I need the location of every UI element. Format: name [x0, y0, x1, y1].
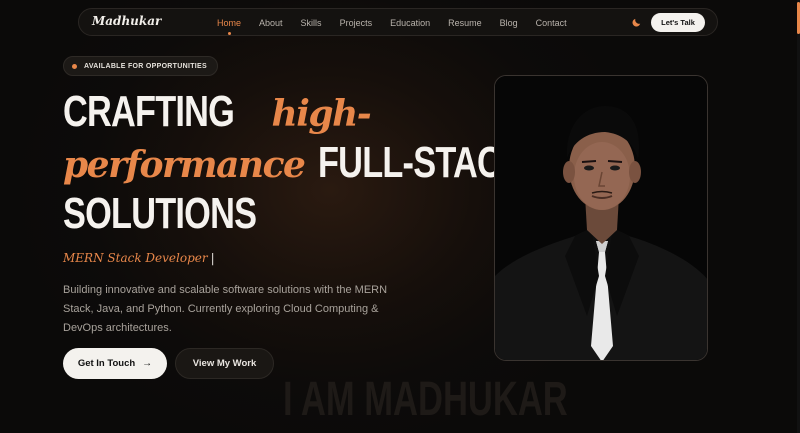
- profile-photo: [494, 75, 708, 361]
- availability-badge-text: AVAILABLE FOR OPPORTUNITIES: [84, 62, 207, 70]
- hero-headline: CRAFTING high- performance FULL-STACK SO…: [63, 86, 525, 239]
- background-watermark: I AM MADHUKAR: [283, 373, 568, 426]
- get-in-touch-button[interactable]: Get In Touch →: [63, 348, 167, 379]
- nav-link-blog[interactable]: Blog: [500, 18, 518, 28]
- arrow-right-icon: →: [142, 358, 153, 369]
- role-typewriter: MERN Stack Developer |: [63, 251, 215, 265]
- role-text: MERN Stack Developer: [63, 251, 208, 265]
- headline-word-high: high-: [271, 93, 372, 135]
- site-logo[interactable]: Madhukar: [92, 14, 161, 28]
- typing-cursor: |: [210, 251, 215, 265]
- lets-talk-button[interactable]: Let's Talk: [651, 13, 705, 32]
- profile-photo-illustration: [495, 76, 707, 360]
- nav-link-projects[interactable]: Projects: [340, 18, 373, 28]
- get-in-touch-label: Get In Touch: [77, 358, 136, 369]
- moon-icon[interactable]: [629, 16, 643, 30]
- availability-badge: AVAILABLE FOR OPPORTUNITIES: [63, 56, 218, 76]
- nav-link-contact[interactable]: Contact: [536, 18, 567, 28]
- hero-description: Building innovative and scalable softwar…: [63, 284, 388, 334]
- status-dot-icon: [72, 63, 77, 69]
- nav-link-home[interactable]: Home: [217, 18, 241, 35]
- headline-word-solutions: SOLUTIONS: [63, 189, 257, 238]
- top-navbar: Madhukar Home About Skills Projects Educ…: [78, 8, 718, 36]
- nav-link-about[interactable]: About: [259, 18, 283, 28]
- nav-link-skills[interactable]: Skills: [301, 18, 322, 28]
- nav-links: Home About Skills Projects Education Res…: [217, 9, 585, 37]
- nav-link-resume[interactable]: Resume: [448, 18, 482, 28]
- headline-word-performance: performance: [63, 144, 306, 186]
- view-my-work-button[interactable]: View My Work: [175, 348, 274, 379]
- nav-link-education[interactable]: Education: [390, 18, 430, 28]
- headline-word-crafting: CRAFTING: [63, 87, 235, 136]
